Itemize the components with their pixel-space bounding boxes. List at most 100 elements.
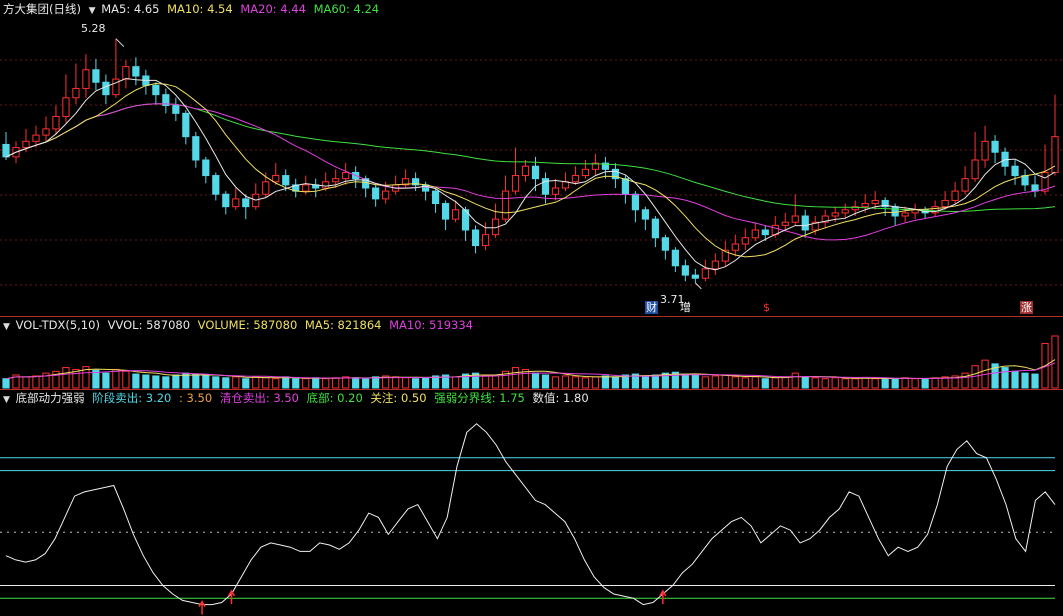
candle-body [152,84,160,96]
dividend-tag[interactable]: $ [762,301,771,314]
candle-body [441,203,450,220]
candle-body [192,136,200,161]
finance-tag[interactable]: 财 [645,301,658,314]
candle-body [531,165,540,180]
candle-body [681,265,689,276]
candle-body [761,229,769,236]
volume-bar [541,374,550,389]
volume-bar [192,373,200,389]
candle-body [841,209,849,214]
volume-bar [841,378,849,389]
ma10-label: MA10: 4.54 [167,2,233,16]
volume-bar [422,377,430,389]
candle-body [72,87,80,99]
volume-bar [601,375,610,389]
volume-panel[interactable]: ▼ VOL-TDX(5,10) VVOL: 587080 VOLUME: 587… [0,316,1063,389]
volume-bar [551,376,560,389]
vol-ma5-label: MA5: 821864 [304,318,382,332]
candle-body [52,115,60,130]
candle-body [561,181,570,189]
volume-bar [931,377,939,389]
bottom-label: 底部: 0.20 [306,391,363,405]
volume-bar [581,377,590,389]
volume-bar [811,377,819,389]
stage-sell-label: 阶段卖出: 3.20 [92,391,172,405]
candle-body [831,212,839,217]
candle-body [691,274,699,279]
volume-bar [921,378,929,389]
candle-body [82,69,90,89]
candle-body [941,199,949,208]
ma10-line [5,82,1056,258]
candle-body [901,212,909,217]
volume-bar [332,377,340,389]
candle-body [242,198,250,208]
volume-bar [641,375,649,389]
indicator-panel[interactable]: ▼ 底部动力强弱 阶段卖出: 3.20 : 3.50 清仓卖出: 3.50 底部… [0,389,1063,616]
candle-body [481,234,490,247]
price-chart[interactable] [0,0,1063,316]
volume-title: VOL-TDX(5,10) [15,318,100,332]
volume-bar [901,377,909,389]
candle-body [581,168,590,177]
candle-body [232,198,240,208]
candle-body [431,190,440,205]
price-panel[interactable]: 方大集团(日线) ▼ MA5: 4.65 MA10: 4.54 MA20: 4.… [0,0,1063,316]
candle-body [1031,184,1039,192]
indicator-menu-icon[interactable]: ▼ [3,391,10,409]
volume-bar [531,372,540,389]
volume-bar [262,377,270,389]
candle-body [2,143,10,158]
candle-body [641,209,649,220]
candle-body [551,187,560,195]
rise-tag[interactable]: 涨 [1020,301,1033,314]
volume-bar [861,377,869,389]
volume-bar [162,376,170,389]
candle-body [621,178,630,195]
stage-sell-2-label: : 3.50 [179,391,213,405]
volume-bar [821,378,829,389]
ma60-label: MA60: 4.24 [313,2,380,16]
candle-body [861,203,869,208]
volume-bar [132,373,140,389]
volume-bar [292,378,300,389]
indicator-menu-icon[interactable]: ▼ [3,318,10,336]
value-label: 数值: 1.80 [532,391,589,405]
volume-label: VOLUME: 587080 [197,318,298,332]
candle-body [382,190,390,200]
volume-bar [491,374,500,389]
vol-ma10-label: MA10: 519334 [389,318,473,332]
volume-bar [322,378,330,389]
volume-bar [691,374,699,389]
candle-body [971,159,979,180]
candle-body [322,181,330,189]
volume-bar [591,376,600,389]
volume-bar [481,375,490,389]
volume-bar [1001,367,1009,389]
volume-bar [152,375,160,389]
candle-body [751,229,759,239]
volume-bar [851,378,859,389]
indicator-legend: ▼ 底部动力强弱 阶段卖出: 3.20 : 3.50 清仓卖出: 3.50 底部… [0,389,593,407]
high-pointer [115,38,125,48]
volume-bar [222,377,230,389]
candle-body [871,199,879,205]
indicator-chart[interactable] [0,389,1063,616]
ma5-line [5,77,1056,271]
indicator-menu-icon[interactable]: ▼ [89,2,96,20]
volume-bar [611,376,620,389]
candle-body [521,165,530,177]
candle-body [701,268,709,279]
volume-bar [761,378,769,389]
candle-body [62,97,70,117]
add-issue-tag[interactable]: 增 [679,301,692,314]
vol-ma10-line [5,362,1056,380]
candle-body [451,209,460,220]
strength-line-label: 强弱分界线: 1.75 [434,391,525,405]
volume-bar [362,378,370,389]
volume-bar [102,372,110,389]
volume-bar [511,367,520,389]
volume-bar [202,375,210,389]
candle-body [342,171,350,180]
volume-bar [412,378,420,389]
